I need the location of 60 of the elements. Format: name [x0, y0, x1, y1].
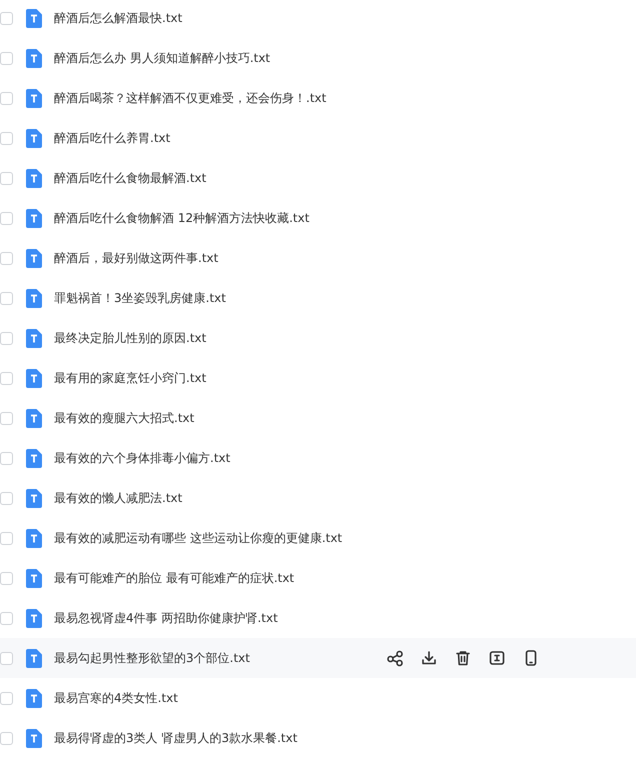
checkbox[interactable]	[0, 412, 13, 424]
text-file-icon	[26, 528, 42, 548]
checkbox[interactable]	[0, 612, 13, 624]
text-file-icon	[26, 648, 42, 668]
text-file-icon	[26, 368, 42, 388]
text-file-icon	[26, 608, 42, 628]
checkbox[interactable]	[0, 212, 13, 224]
text-file-icon	[26, 728, 42, 748]
file-name[interactable]: 醉酒后怎么解酒最快.txt	[54, 10, 636, 26]
text-file-icon	[26, 488, 42, 508]
checkbox[interactable]	[0, 252, 13, 264]
checkbox[interactable]	[0, 52, 13, 64]
delete-icon[interactable]	[454, 649, 472, 667]
checkbox[interactable]	[0, 292, 13, 304]
file-name[interactable]: 最易忽视肾虚4件事 两招助你健康护肾.txt	[54, 610, 636, 626]
text-file-icon	[26, 408, 42, 428]
text-file-icon	[26, 288, 42, 308]
text-file-icon	[26, 248, 42, 268]
checkbox[interactable]	[0, 12, 13, 24]
text-file-icon	[26, 448, 42, 468]
file-name[interactable]: 醉酒后吃什么养胃.txt	[54, 130, 636, 146]
checkbox[interactable]	[0, 492, 13, 504]
checkbox[interactable]	[0, 372, 13, 384]
text-file-icon	[26, 88, 42, 108]
text-file-icon	[26, 128, 42, 148]
checkbox[interactable]	[0, 132, 13, 144]
file-name[interactable]: 醉酒后吃什么食物解酒 12种解酒方法快收藏.txt	[54, 210, 636, 226]
checkbox[interactable]	[0, 92, 13, 104]
text-file-icon	[26, 568, 42, 588]
file-name[interactable]: 醉酒后喝茶？这样解酒不仅更难受，还会伤身！.txt	[54, 90, 636, 106]
checkbox[interactable]	[0, 692, 13, 704]
file-name[interactable]: 醉酒后吃什么食物最解酒.txt	[54, 170, 636, 186]
text-file-icon	[26, 8, 42, 28]
share-icon[interactable]	[386, 649, 404, 667]
rename-icon[interactable]	[488, 649, 506, 667]
checkbox[interactable]	[0, 172, 13, 184]
checkbox[interactable]	[0, 532, 13, 544]
file-name[interactable]: 最有效的减肥运动有哪些 这些运动让你瘦的更健康.txt	[54, 530, 636, 546]
checkbox[interactable]	[0, 332, 13, 344]
file-name[interactable]: 最易得肾虚的3类人 肾虚男人的3款水果餐.txt	[54, 730, 636, 746]
file-name[interactable]: 最易宫寒的4类女性.txt	[54, 690, 636, 706]
checkbox[interactable]	[0, 652, 13, 664]
text-file-icon	[26, 48, 42, 68]
file-name[interactable]: 醉酒后怎么办 男人须知道解醉小技巧.txt	[54, 50, 636, 66]
checkbox[interactable]	[0, 452, 13, 464]
file-name[interactable]: 最有可能难产的胎位 最有可能难产的症状.txt	[54, 570, 636, 586]
file-name[interactable]: 醉酒后，最好别做这两件事.txt	[54, 250, 636, 266]
file-name[interactable]: 最终决定胎儿性别的原因.txt	[54, 330, 636, 346]
file-name[interactable]: 最有效的瘦腿六大招式.txt	[54, 410, 636, 426]
download-icon[interactable]	[420, 649, 438, 667]
checkbox[interactable]	[0, 572, 13, 584]
file-name[interactable]: 最有用的家庭烹饪小窍门.txt	[54, 370, 636, 386]
text-file-icon	[26, 328, 42, 348]
text-file-icon	[26, 208, 42, 228]
file-name[interactable]: 罪魁祸首！3坐姿毁乳房健康.txt	[54, 290, 636, 306]
text-file-icon	[26, 688, 42, 708]
file-name[interactable]: 最有效的懒人减肥法.txt	[54, 490, 636, 506]
file-name[interactable]: 最有效的六个身体排毒小偏方.txt	[54, 450, 636, 466]
text-file-icon	[26, 168, 42, 188]
checkbox[interactable]	[0, 732, 13, 744]
